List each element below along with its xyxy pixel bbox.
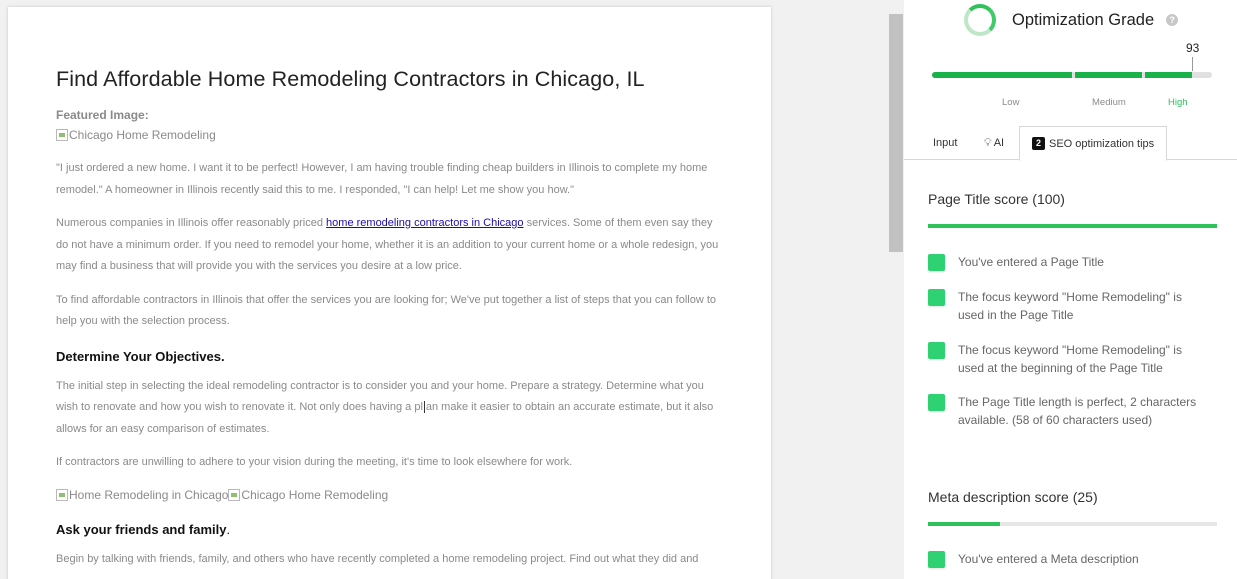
- heading-objectives[interactable]: Determine Your Objectives.: [56, 349, 723, 364]
- meta-description-score-heading: Meta description score (25): [928, 489, 1098, 505]
- grade-bar: [932, 72, 1212, 78]
- heading-friends[interactable]: Ask your friends and family.: [56, 522, 723, 537]
- paragraph-initial-step[interactable]: The initial step in selecting the ideal …: [56, 376, 723, 441]
- seo-panel: Optimization Grade ? 93 Low Medium High …: [904, 0, 1237, 579]
- editor-scrollbar[interactable]: [888, 0, 904, 579]
- meta-score-fill: [928, 522, 1001, 526]
- help-icon[interactable]: ?: [1166, 14, 1179, 26]
- featured-image-alt: Chicago Home Remodeling: [69, 128, 216, 142]
- featured-image[interactable]: Chicago Home Remodeling: [56, 128, 216, 142]
- check-text: You've entered a Meta description: [958, 552, 1139, 566]
- level-medium: Medium: [1092, 97, 1126, 108]
- tab-seo-tips[interactable]: 2 SEO optimization tips: [1019, 126, 1168, 161]
- check-text: You've entered a Page Title: [958, 255, 1104, 269]
- paragraph-steps[interactable]: To find affordable contractors in Illino…: [56, 290, 723, 333]
- paragraph-contractors[interactable]: If contractors are unwilling to adhere t…: [56, 452, 723, 474]
- check-item: You've entered a Page Title: [928, 253, 1218, 271]
- image-alt: Home Remodeling in Chicago: [69, 487, 229, 502]
- tab-ai[interactable]: 💡︎ AI: [984, 126, 1004, 160]
- level-low: Low: [1002, 97, 1020, 108]
- check-item: The Page Title length is perfect, 2 char…: [928, 393, 1218, 429]
- paragraph-companies[interactable]: Numerous companies in Illinois offer rea…: [56, 213, 723, 278]
- grade-title: Optimization Grade: [1012, 10, 1155, 29]
- check-icon: [928, 394, 945, 411]
- paragraph-text: Numerous companies in Illinois offer rea…: [56, 217, 327, 229]
- page-title-score-fill: [928, 224, 1217, 228]
- tab-label: Input: [933, 137, 958, 149]
- grade-marker: [1192, 57, 1193, 71]
- check-icon: [928, 342, 945, 359]
- contractors-link[interactable]: home remodeling contractors in Chicago: [326, 217, 524, 229]
- panel-tabs: Input 💡︎ AI 2 SEO optimization tips: [904, 126, 1237, 161]
- lightbulb-icon: 💡︎: [984, 136, 992, 149]
- image-row: Home Remodeling in Chicago Chicago Home …: [56, 488, 723, 506]
- text-cursor: [423, 401, 425, 414]
- check-item: The focus keyword "Home Remodeling" is u…: [928, 341, 1218, 377]
- grade-ring-icon: [964, 4, 996, 36]
- meta-score-bar: [928, 522, 1217, 526]
- broken-image-icon: [56, 488, 68, 501]
- post-title[interactable]: Find Affordable Home Remodeling Contract…: [56, 67, 723, 92]
- grade-header: Optimization Grade ?: [964, 4, 1179, 36]
- check-item: The focus keyword "Home Remodeling" is u…: [928, 288, 1218, 324]
- check-icon: [928, 289, 945, 306]
- broken-image-icon: [56, 129, 68, 141]
- grade-segment-medium: [1075, 72, 1142, 78]
- heading-text: Ask your friends and family: [56, 521, 227, 537]
- tab-input[interactable]: Input: [933, 126, 957, 160]
- paragraph-intro[interactable]: "I just ordered a new home. I want it to…: [56, 158, 723, 201]
- seo-tips-count-badge: 2: [1032, 137, 1045, 150]
- check-icon: [928, 551, 945, 568]
- scrollbar-thumb[interactable]: [889, 14, 903, 252]
- check-text: The focus keyword "Home Remodeling" is u…: [958, 343, 1182, 375]
- check-icon: [928, 254, 945, 271]
- heading-tail: .: [226, 521, 231, 537]
- page-title-score-heading: Page Title score (100): [928, 191, 1065, 207]
- check-text: The Page Title length is perfect, 2 char…: [958, 395, 1197, 427]
- editor-document[interactable]: Find Affordable Home Remodeling Contract…: [8, 7, 771, 579]
- check-item: You've entered a Meta description: [928, 550, 1218, 568]
- level-high: High: [1168, 97, 1188, 108]
- inline-image[interactable]: Chicago Home Remodeling: [228, 488, 388, 502]
- inline-image[interactable]: Home Remodeling in Chicago: [56, 488, 228, 502]
- tab-label: SEO optimization tips: [1049, 137, 1155, 150]
- broken-image-icon: [228, 488, 241, 501]
- check-text: The focus keyword "Home Remodeling" is u…: [958, 290, 1182, 322]
- featured-image-label: Featured Image:: [56, 108, 149, 122]
- paragraph-friends[interactable]: Begin by talking with friends, family, a…: [56, 549, 723, 571]
- tab-label: AI: [993, 137, 1005, 149]
- image-alt: Chicago Home Remodeling: [241, 487, 389, 502]
- page-title-score-bar: [928, 224, 1217, 228]
- grade-segment-low: [932, 72, 1072, 78]
- grade-value: 93: [1186, 41, 1200, 55]
- grade-segment-high: [1145, 72, 1192, 78]
